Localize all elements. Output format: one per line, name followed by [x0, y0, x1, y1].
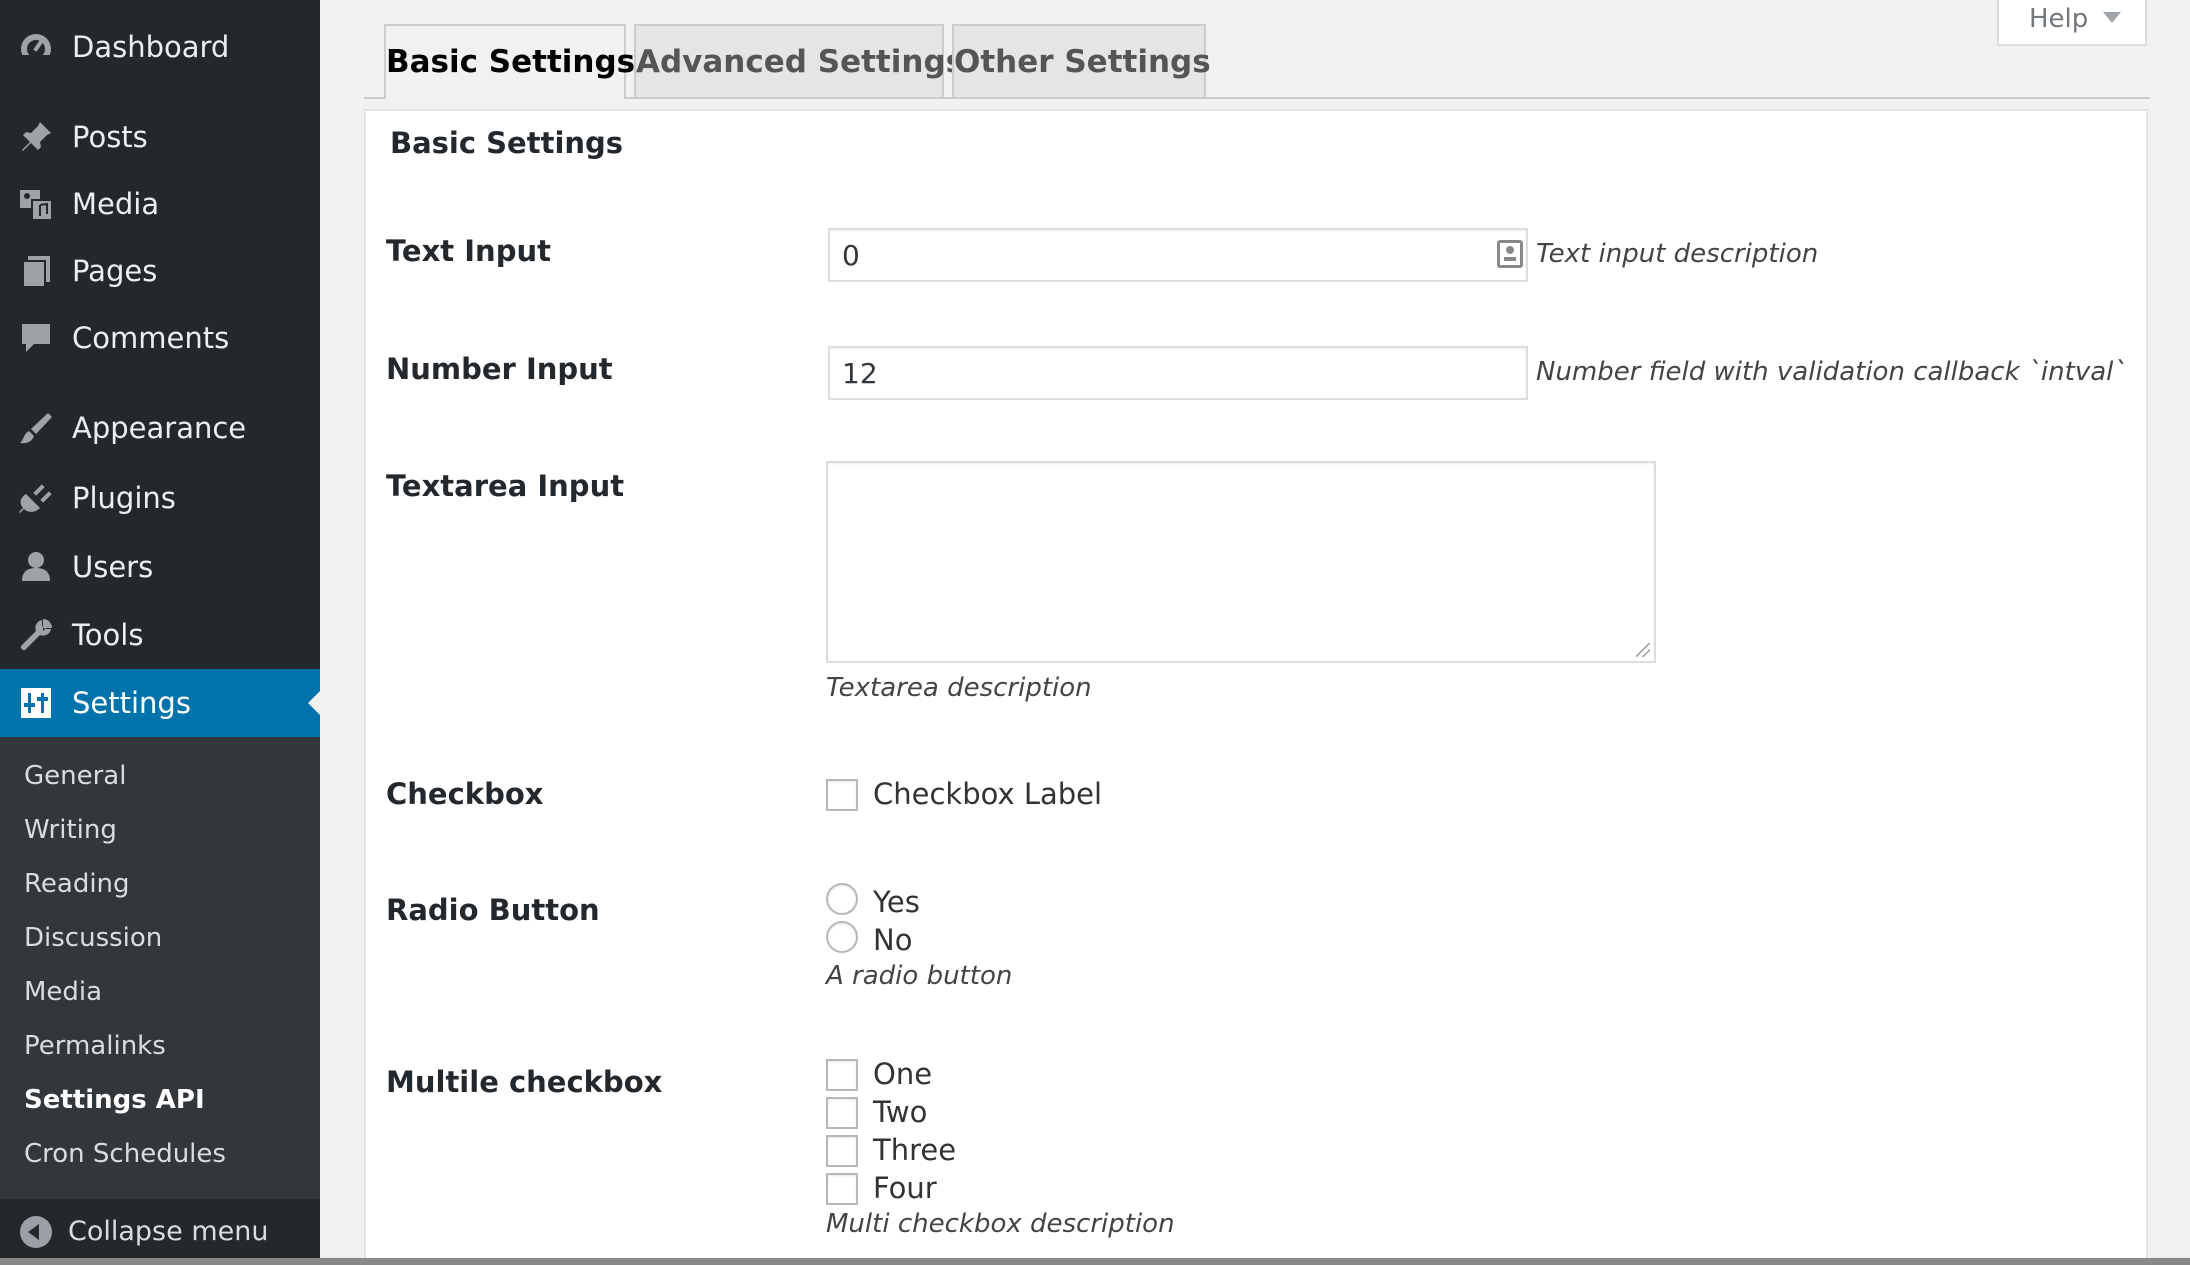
resize-handle-icon[interactable]	[1636, 643, 1650, 657]
checkbox-field-label: Checkbox	[386, 777, 544, 811]
textarea-input-field[interactable]	[826, 461, 1656, 663]
sidebar-item-media[interactable]: Media	[0, 173, 320, 235]
submenu-item-cron-schedules[interactable]: Cron Schedules	[24, 1131, 226, 1177]
sidebar-item-label: Pages	[72, 254, 158, 288]
textarea-input-label: Textarea Input	[386, 469, 625, 503]
text-input-description: Text input description	[1536, 239, 1819, 269]
multicheck-three[interactable]	[826, 1135, 858, 1167]
brush-icon	[18, 410, 54, 446]
radio-yes[interactable]	[826, 883, 858, 915]
checkbox-option-label[interactable]: Checkbox Label	[873, 777, 1102, 811]
submenu-item-settings-api[interactable]: Settings API	[24, 1077, 205, 1123]
number-input-label: Number Input	[386, 352, 613, 386]
submenu-item-writing[interactable]: Writing	[24, 807, 117, 853]
number-input-description: Number field with validation callback `i…	[1536, 357, 2127, 387]
sidebar-item-comments[interactable]: Comments	[0, 307, 320, 369]
submenu-item-permalinks[interactable]: Permalinks	[24, 1023, 166, 1069]
media-icon	[18, 186, 54, 222]
sidebar-item-label: Comments	[72, 321, 230, 355]
multicheck-option-label[interactable]: Two	[873, 1095, 927, 1129]
tab-advanced-settings[interactable]: Advanced Settings	[634, 24, 964, 97]
pin-icon	[18, 119, 54, 155]
triangle-down-icon	[2103, 12, 2121, 23]
collapse-arrow-icon	[20, 1216, 52, 1248]
wrench-icon	[18, 617, 54, 653]
multicheck-four[interactable]	[826, 1173, 858, 1205]
collapse-menu-label: Collapse menu	[68, 1216, 269, 1247]
sidebar-item-users[interactable]: Users	[0, 536, 320, 598]
dashboard-icon	[18, 29, 54, 65]
collapse-menu-button[interactable]: Collapse menu	[0, 1199, 320, 1265]
sidebar-item-posts[interactable]: Posts	[0, 106, 320, 168]
sidebar-item-settings[interactable]: Settings	[0, 669, 320, 737]
section-title: Basic Settings	[390, 126, 624, 160]
radio-option-label[interactable]: No	[873, 923, 912, 957]
radio-option-label[interactable]: Yes	[873, 885, 920, 919]
textarea-description: Textarea description	[826, 673, 1092, 703]
text-input-field[interactable]	[828, 228, 1528, 282]
sidebar-item-label: Tools	[72, 618, 144, 652]
submenu-item-general[interactable]: General	[24, 753, 126, 799]
number-input-field[interactable]	[828, 346, 1528, 400]
tab-basic-settings[interactable]: Basic Settings	[384, 24, 635, 99]
multicheck-one[interactable]	[826, 1059, 858, 1091]
sidebar-item-label: Settings	[72, 686, 191, 720]
tab-other-settings[interactable]: Other Settings	[952, 24, 1211, 97]
radio-description: A radio button	[826, 961, 1013, 991]
sidebar-item-tools[interactable]: Tools	[0, 604, 320, 666]
multicheck-option-label[interactable]: One	[873, 1057, 932, 1091]
submenu-item-media[interactable]: Media	[24, 969, 102, 1015]
multicheck-option-label[interactable]: Four	[873, 1171, 937, 1205]
sidebar-item-label: Dashboard	[72, 30, 230, 64]
help-button[interactable]: Help	[1997, 0, 2147, 46]
comment-icon	[18, 320, 54, 356]
multicheck-option-label[interactable]: Three	[873, 1133, 956, 1167]
multicheck-two[interactable]	[826, 1097, 858, 1129]
multicheck-description: Multi checkbox description	[826, 1209, 1175, 1239]
sidebar-item-label: Users	[72, 550, 154, 584]
tabs-divider	[364, 97, 2150, 99]
user-icon	[18, 549, 54, 585]
text-input-label: Text Input	[386, 234, 551, 268]
submenu-item-reading[interactable]: Reading	[24, 861, 130, 907]
contact-card-icon[interactable]	[1497, 240, 1523, 268]
radio-no[interactable]	[826, 921, 858, 953]
sidebar-item-pages[interactable]: Pages	[0, 240, 320, 302]
multicheck-field-label: Multile checkbox	[386, 1065, 663, 1099]
sidebar-item-plugins[interactable]: Plugins	[0, 467, 320, 529]
checkbox-input[interactable]	[826, 779, 858, 811]
plug-icon	[18, 480, 54, 516]
settings-icon	[18, 685, 54, 721]
window-bottom-edge	[0, 1258, 2190, 1265]
radio-field-label: Radio Button	[386, 893, 600, 927]
sidebar-item-label: Plugins	[72, 481, 176, 515]
sidebar-item-appearance[interactable]: Appearance	[0, 397, 320, 459]
sidebar-item-label: Media	[72, 187, 160, 221]
sidebar-item-dashboard[interactable]: Dashboard	[0, 16, 320, 78]
sidebar-item-label: Posts	[72, 120, 148, 154]
sidebar-item-label: Appearance	[72, 411, 247, 445]
help-label: Help	[2029, 4, 2089, 34]
pages-icon	[18, 253, 54, 289]
submenu-item-discussion[interactable]: Discussion	[24, 915, 162, 961]
settings-submenu: General Writing Reading Discussion Media…	[0, 737, 320, 1199]
admin-sidebar: Dashboard Posts Media Pages Comments App…	[0, 0, 320, 1265]
